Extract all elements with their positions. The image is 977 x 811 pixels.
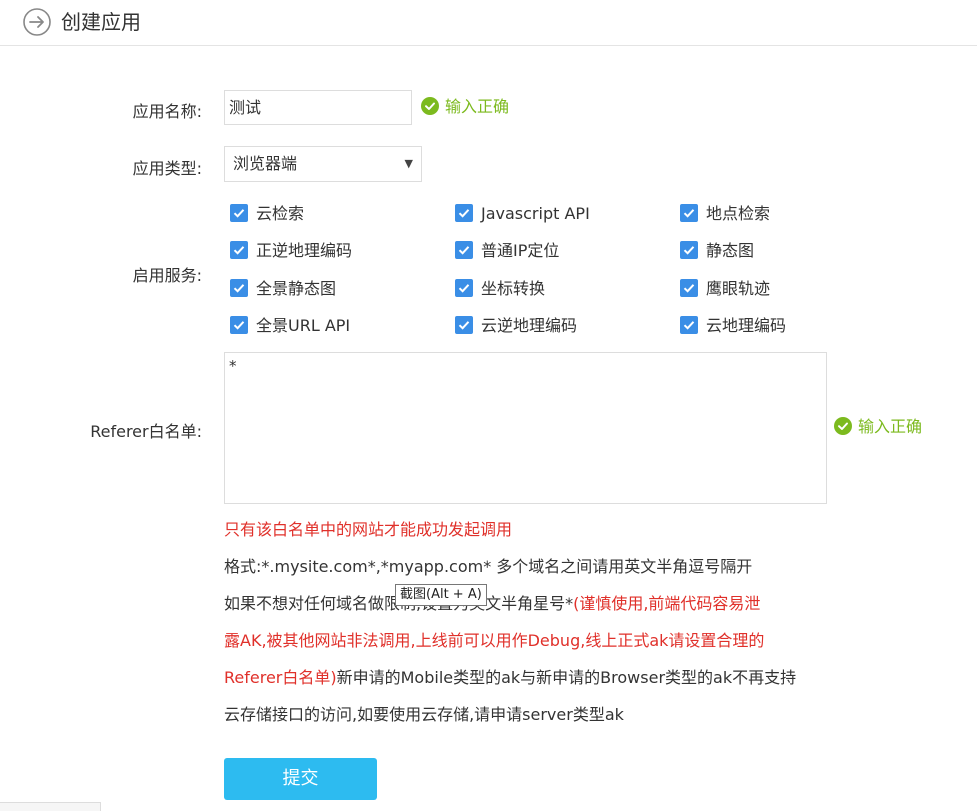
app-name-status: 输入正确: [421, 97, 509, 117]
submit-button[interactable]: 提交: [224, 758, 377, 800]
checkbox-checked-icon: [680, 204, 698, 222]
whitelist-warning: 只有该白名单中的网站才能成功发起调用: [224, 520, 513, 539]
checkbox-checked-icon: [455, 241, 473, 259]
service-label: 坐标转换: [481, 279, 546, 298]
dropdown-arrow-icon: ▼: [404, 157, 413, 170]
service-label: 云逆地理编码: [481, 316, 578, 335]
checkbox-checked-icon: [680, 279, 698, 297]
check-circle-icon: [834, 417, 852, 435]
page-title: 创建应用: [61, 10, 141, 34]
service-label: 全景静态图: [256, 279, 337, 298]
service-checkbox[interactable]: 鹰眼轨迹: [680, 279, 770, 299]
referer-label: Referer白名单:: [90, 422, 202, 441]
checkbox-checked-icon: [680, 241, 698, 259]
checkbox-checked-icon: [455, 204, 473, 222]
service-label: 地点检索: [706, 204, 771, 223]
service-checkbox[interactable]: 云检索: [230, 204, 304, 224]
referer-status: 输入正确: [834, 417, 922, 437]
services-label: 启用服务:: [132, 266, 202, 285]
service-checkbox[interactable]: 全景静态图: [230, 279, 336, 299]
caution-text: 露AK,被其他网站非法调用,上线前可以用作Debug,线上正式ak请设置合理的: [224, 631, 765, 650]
referer-status-text: 输入正确: [858, 417, 923, 436]
service-label: Javascript API: [481, 204, 590, 223]
checkbox-checked-icon: [455, 279, 473, 297]
mobile-browser-text: 新申请的Mobile类型的ak与新申请的Browser类型的ak不再支持: [336, 668, 797, 687]
service-checkbox[interactable]: 正逆地理编码: [230, 241, 352, 261]
check-circle-icon: [421, 97, 439, 115]
app-name-input[interactable]: 测试: [224, 90, 412, 125]
service-label: 鹰眼轨迹: [706, 279, 771, 298]
service-checkbox[interactable]: 全景URL API: [230, 316, 350, 336]
screenshot-tooltip: 截图(Alt + A): [395, 584, 487, 606]
service-label: 静态图: [706, 241, 755, 260]
circle-arrow-right-icon[interactable]: [23, 8, 51, 36]
referer-textarea[interactable]: *: [224, 352, 827, 504]
checkbox-checked-icon: [230, 279, 248, 297]
checkbox-checked-icon: [230, 241, 248, 259]
service-checkbox[interactable]: 静态图: [680, 241, 754, 261]
service-label: 普通IP定位: [481, 241, 560, 260]
service-checkbox[interactable]: Javascript API: [455, 204, 590, 224]
app-type-value: 浏览器端: [233, 154, 298, 173]
checkbox-checked-icon: [455, 316, 473, 334]
app-name-status-text: 输入正确: [445, 97, 510, 116]
service-checkbox[interactable]: 坐标转换: [455, 279, 545, 299]
service-label: 正逆地理编码: [256, 241, 353, 260]
cloud-storage-note: 云存储接口的访问,如要使用云存储,请申请server类型ak: [224, 705, 624, 724]
service-checkbox[interactable]: 云地理编码: [680, 316, 786, 336]
checkbox-checked-icon: [230, 316, 248, 334]
service-label: 全景URL API: [256, 316, 351, 335]
app-type-select[interactable]: 浏览器端 ▼: [224, 146, 422, 182]
mobile-browser-note: Referer白名单)新申请的Mobile类型的ak与新申请的Browser类型…: [224, 668, 796, 688]
format-hint: 格式:*.mysite.com*,*myapp.com* 多个域名之间请用英文半…: [224, 557, 753, 576]
service-label: 云地理编码: [706, 316, 787, 335]
app-name-label: 应用名称:: [132, 102, 202, 121]
service-label: 云检索: [256, 204, 305, 223]
checkbox-checked-icon: [230, 204, 248, 222]
app-type-label: 应用类型:: [132, 159, 202, 178]
wildcard-caution: (谨慎使用,前端代码容易泄: [573, 594, 761, 613]
service-checkbox[interactable]: 普通IP定位: [455, 241, 559, 261]
wildcard-hint: 如果不想对任何域名做限制,设置为英文半角星号*(谨慎使用,前端代码容易泄: [224, 594, 760, 614]
page-header: 创建应用: [0, 0, 977, 46]
caution-text-end: Referer白名单): [224, 668, 337, 687]
service-checkbox[interactable]: 云逆地理编码: [455, 316, 577, 336]
checkbox-checked-icon: [680, 316, 698, 334]
service-checkbox[interactable]: 地点检索: [680, 204, 770, 224]
